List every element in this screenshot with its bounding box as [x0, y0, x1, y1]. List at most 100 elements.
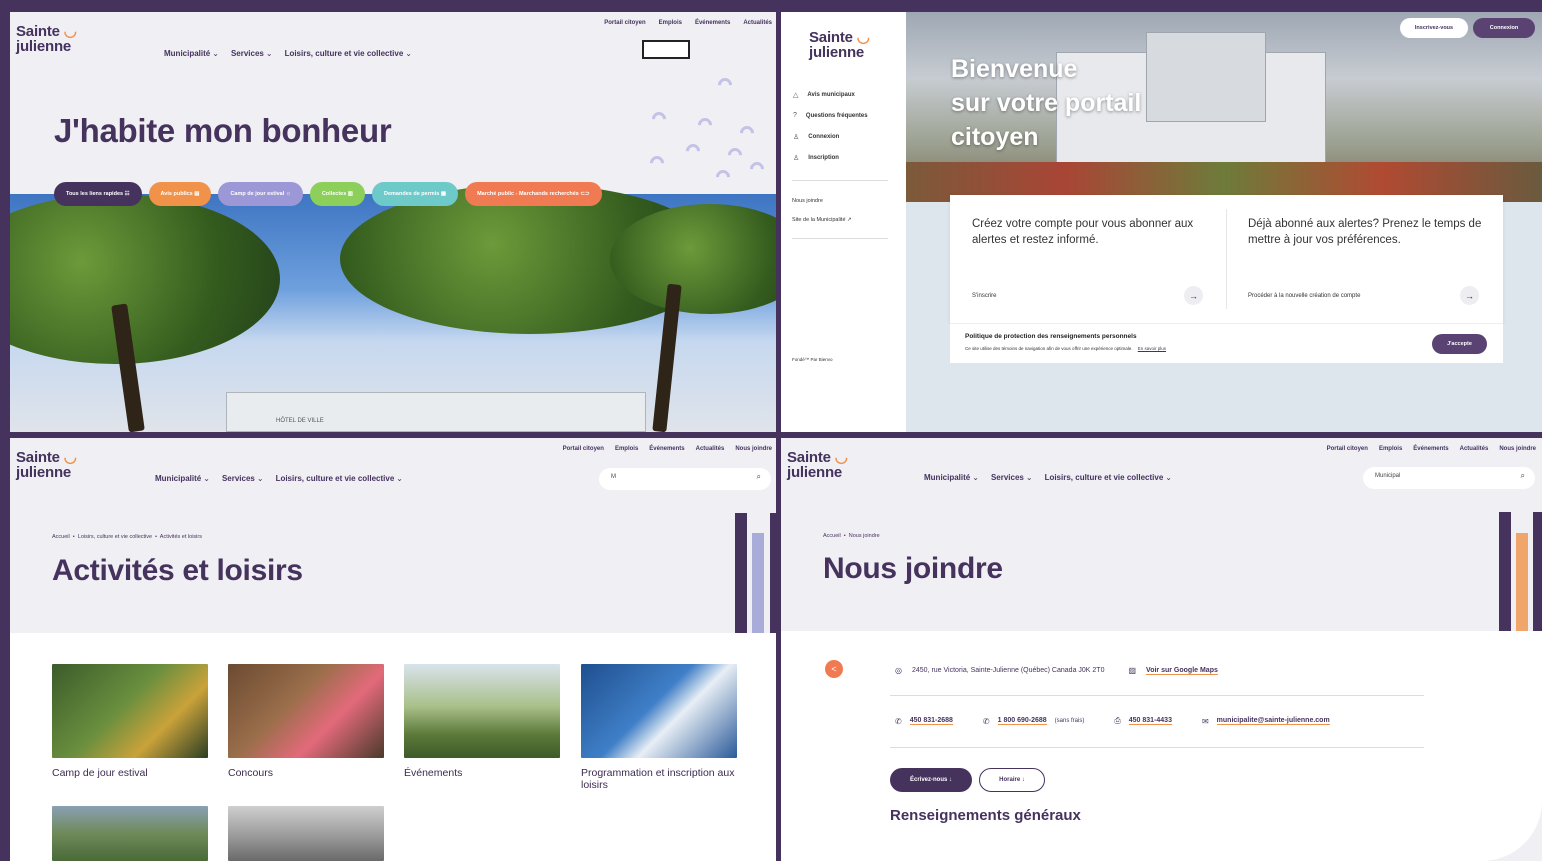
topnav-portail[interactable]: Portail citoyen	[1327, 446, 1368, 452]
topnav-emplois[interactable]: Emplois	[1379, 446, 1402, 452]
link-nous-joindre[interactable]: Nous joindre	[792, 198, 823, 204]
tile-historic[interactable]	[228, 806, 384, 861]
logo-line2: julienne	[16, 38, 72, 55]
phone-link[interactable]: 450 831-2688	[909, 717, 953, 725]
crumb-accueil[interactable]: Accueil	[52, 534, 70, 540]
topnav-portail[interactable]: Portail citoyen	[563, 446, 604, 452]
quick-links: Tous les liens rapides ☷ Avis publics ▤ …	[54, 182, 602, 206]
chevron-down-icon: ⌄	[1165, 473, 1172, 482]
quicklink-camp-de-jour[interactable]: Camp de jour estival ☼	[218, 182, 303, 206]
search-value: M	[611, 474, 616, 480]
search-box[interactable]	[642, 40, 690, 59]
quicklink-marche-public[interactable]: Marché public - Marchands recherchés ⊂⊃	[465, 182, 602, 206]
topnav-emplois[interactable]: Emplois	[659, 20, 682, 26]
update-link[interactable]: Procéder à la nouvelle création de compt…	[1248, 293, 1360, 299]
topnav-nous-joindre[interactable]: Nous joindre	[735, 446, 772, 452]
tile-camp-de-jour[interactable]: Camp de jour estival	[52, 664, 208, 779]
divider	[890, 747, 1424, 748]
sidebar-item-inscription[interactable]: ♙ Inscription	[793, 154, 839, 162]
welcome-line: sur votre portail	[951, 89, 1142, 117]
arrow-right-icon[interactable]: →	[1460, 286, 1479, 305]
search-input[interactable]: Municipal ⌕	[1363, 467, 1535, 489]
sidebar-item-connexion[interactable]: ♙ Connexion	[793, 133, 839, 141]
tile-concours[interactable]: Concours	[228, 664, 384, 779]
location-pin-icon: ◎	[895, 666, 902, 675]
top-nav: Portail citoyen Emplois Événements Actua…	[604, 20, 772, 26]
nav-services[interactable]: Services ⌄	[222, 474, 264, 483]
arrow-right-icon[interactable]: →	[1184, 286, 1203, 305]
nav-loisirs[interactable]: Loisirs, culture et vie collective ⌄	[285, 49, 412, 58]
chevron-down-icon: ⌄	[1025, 473, 1033, 482]
nav-municipalite[interactable]: Municipalité ⌄	[924, 473, 979, 482]
breadcrumb: Accueil • Loisirs, culture et vie collec…	[52, 534, 202, 540]
topnav-actualites[interactable]: Actualités	[696, 446, 725, 452]
quicklink-all[interactable]: Tous les liens rapides ☷	[54, 182, 142, 206]
nav-services[interactable]: Services ⌄	[991, 473, 1033, 482]
decor-bar	[1499, 512, 1511, 638]
decor-arc-icon	[683, 141, 703, 161]
tile-evenements[interactable]: Événements	[404, 664, 560, 779]
building-sign: HÔTEL DE VILLE	[276, 418, 324, 424]
topnav-evenements[interactable]: Événements	[1413, 446, 1448, 452]
crumb-accueil[interactable]: Accueil	[823, 533, 841, 539]
quicklink-collectes[interactable]: Collectes ▥	[309, 182, 366, 206]
sidebar-label: Connexion	[808, 134, 840, 140]
accept-cookies-button[interactable]: J'accepte	[1432, 334, 1487, 354]
topnav-portail[interactable]: Portail citoyen	[604, 20, 645, 26]
topnav-actualites[interactable]: Actualités	[743, 20, 772, 26]
chevron-down-icon: ⌄	[265, 49, 273, 58]
crumb-loisirs[interactable]: Loisirs, culture et vie collective	[78, 534, 152, 540]
tile-aerial[interactable]	[52, 806, 208, 861]
google-maps-link[interactable]: Voir sur Google Maps	[1146, 667, 1218, 675]
nav-loisirs[interactable]: Loisirs, culture et vie collective ⌄	[1045, 473, 1172, 482]
quicklink-permis[interactable]: Demandes de permis ▦	[372, 182, 459, 206]
login-button[interactable]: Connexion	[1473, 18, 1535, 38]
signup-link[interactable]: S'inscrire	[972, 293, 996, 299]
nav-loisirs[interactable]: Loisirs, culture et vie collective ⌄	[276, 474, 403, 483]
quicklink-avis-publics[interactable]: Avis publics ▤	[148, 182, 212, 206]
topnav-evenements[interactable]: Événements	[695, 20, 730, 26]
decor-arc-icon	[647, 153, 667, 173]
logo[interactable]: Sainte ◡ julienne	[809, 30, 870, 60]
hero-photo: HÔTEL DE VILLE	[10, 184, 776, 432]
decor-bar	[770, 513, 776, 633]
cookie-learn-more-link[interactable]: En savoir plus	[1138, 346, 1166, 351]
tile-caption: Concours	[228, 767, 273, 779]
divider	[1226, 209, 1227, 309]
email-link[interactable]: municipalite@sainte-julienne.com	[1216, 717, 1330, 725]
link-site-municipalite[interactable]: Site de la Municipalité ↗	[792, 217, 852, 223]
decor-arc-icon	[747, 159, 767, 179]
share-icon[interactable]: <	[825, 660, 843, 678]
write-us-button[interactable]: Écrivez-nous ↓	[890, 768, 972, 792]
fax-link[interactable]: 450 831-4433	[1128, 717, 1172, 725]
nav-municipalite[interactable]: Municipalité ⌄	[155, 474, 210, 483]
divider	[890, 695, 1424, 696]
welcome-line: Bienvenue	[951, 55, 1078, 83]
main-nav: Municipalité ⌄ Services ⌄ Loisirs, culture…	[155, 474, 403, 483]
logo[interactable]: Sainte ◡ julienne	[16, 24, 77, 54]
nav-label: Loisirs, culture et vie collective	[284, 49, 404, 58]
topnav-nous-joindre[interactable]: Nous joindre	[1499, 446, 1536, 452]
sidebar-item-faq[interactable]: ? Questions fréquentes	[793, 112, 868, 119]
topnav-evenements[interactable]: Événements	[649, 446, 684, 452]
topnav-actualites[interactable]: Actualités	[1460, 446, 1489, 452]
decor-arc-icon	[725, 145, 745, 165]
chevron-down-icon: ⌄	[396, 474, 403, 483]
search-input[interactable]: M ⌕	[599, 468, 771, 490]
card-create-text: Créez votre compte pour vous abonner aux…	[972, 218, 1194, 246]
search-icon[interactable]: ⌕	[757, 472, 761, 482]
logo[interactable]: Sainte ◡ julienne	[16, 450, 77, 480]
nav-services[interactable]: Services ⌄	[231, 49, 273, 58]
logo[interactable]: Sainte ◡ julienne	[787, 450, 848, 480]
sidebar-item-avis[interactable]: △ Avis municipaux	[793, 91, 855, 99]
topnav-emplois[interactable]: Emplois	[615, 446, 638, 452]
nav-municipalite[interactable]: Municipalité ⌄	[164, 49, 219, 58]
signup-button[interactable]: Inscrivez-vous	[1400, 18, 1468, 38]
crumb-current: Activités et loisirs	[159, 534, 202, 540]
tollfree-link[interactable]: 1 800 690-2688	[997, 717, 1047, 725]
tile-programmation[interactable]: Programmation et inscription aux loisirs	[581, 664, 737, 791]
cookie-title: Politique de protection des renseignemen…	[965, 333, 1137, 340]
search-icon[interactable]: ⌕	[1521, 471, 1525, 481]
address-text: 2450, rue Victoria, Sainte-Julienne (Qué…	[911, 667, 1105, 674]
hours-button[interactable]: Horaire ↓	[979, 768, 1045, 792]
